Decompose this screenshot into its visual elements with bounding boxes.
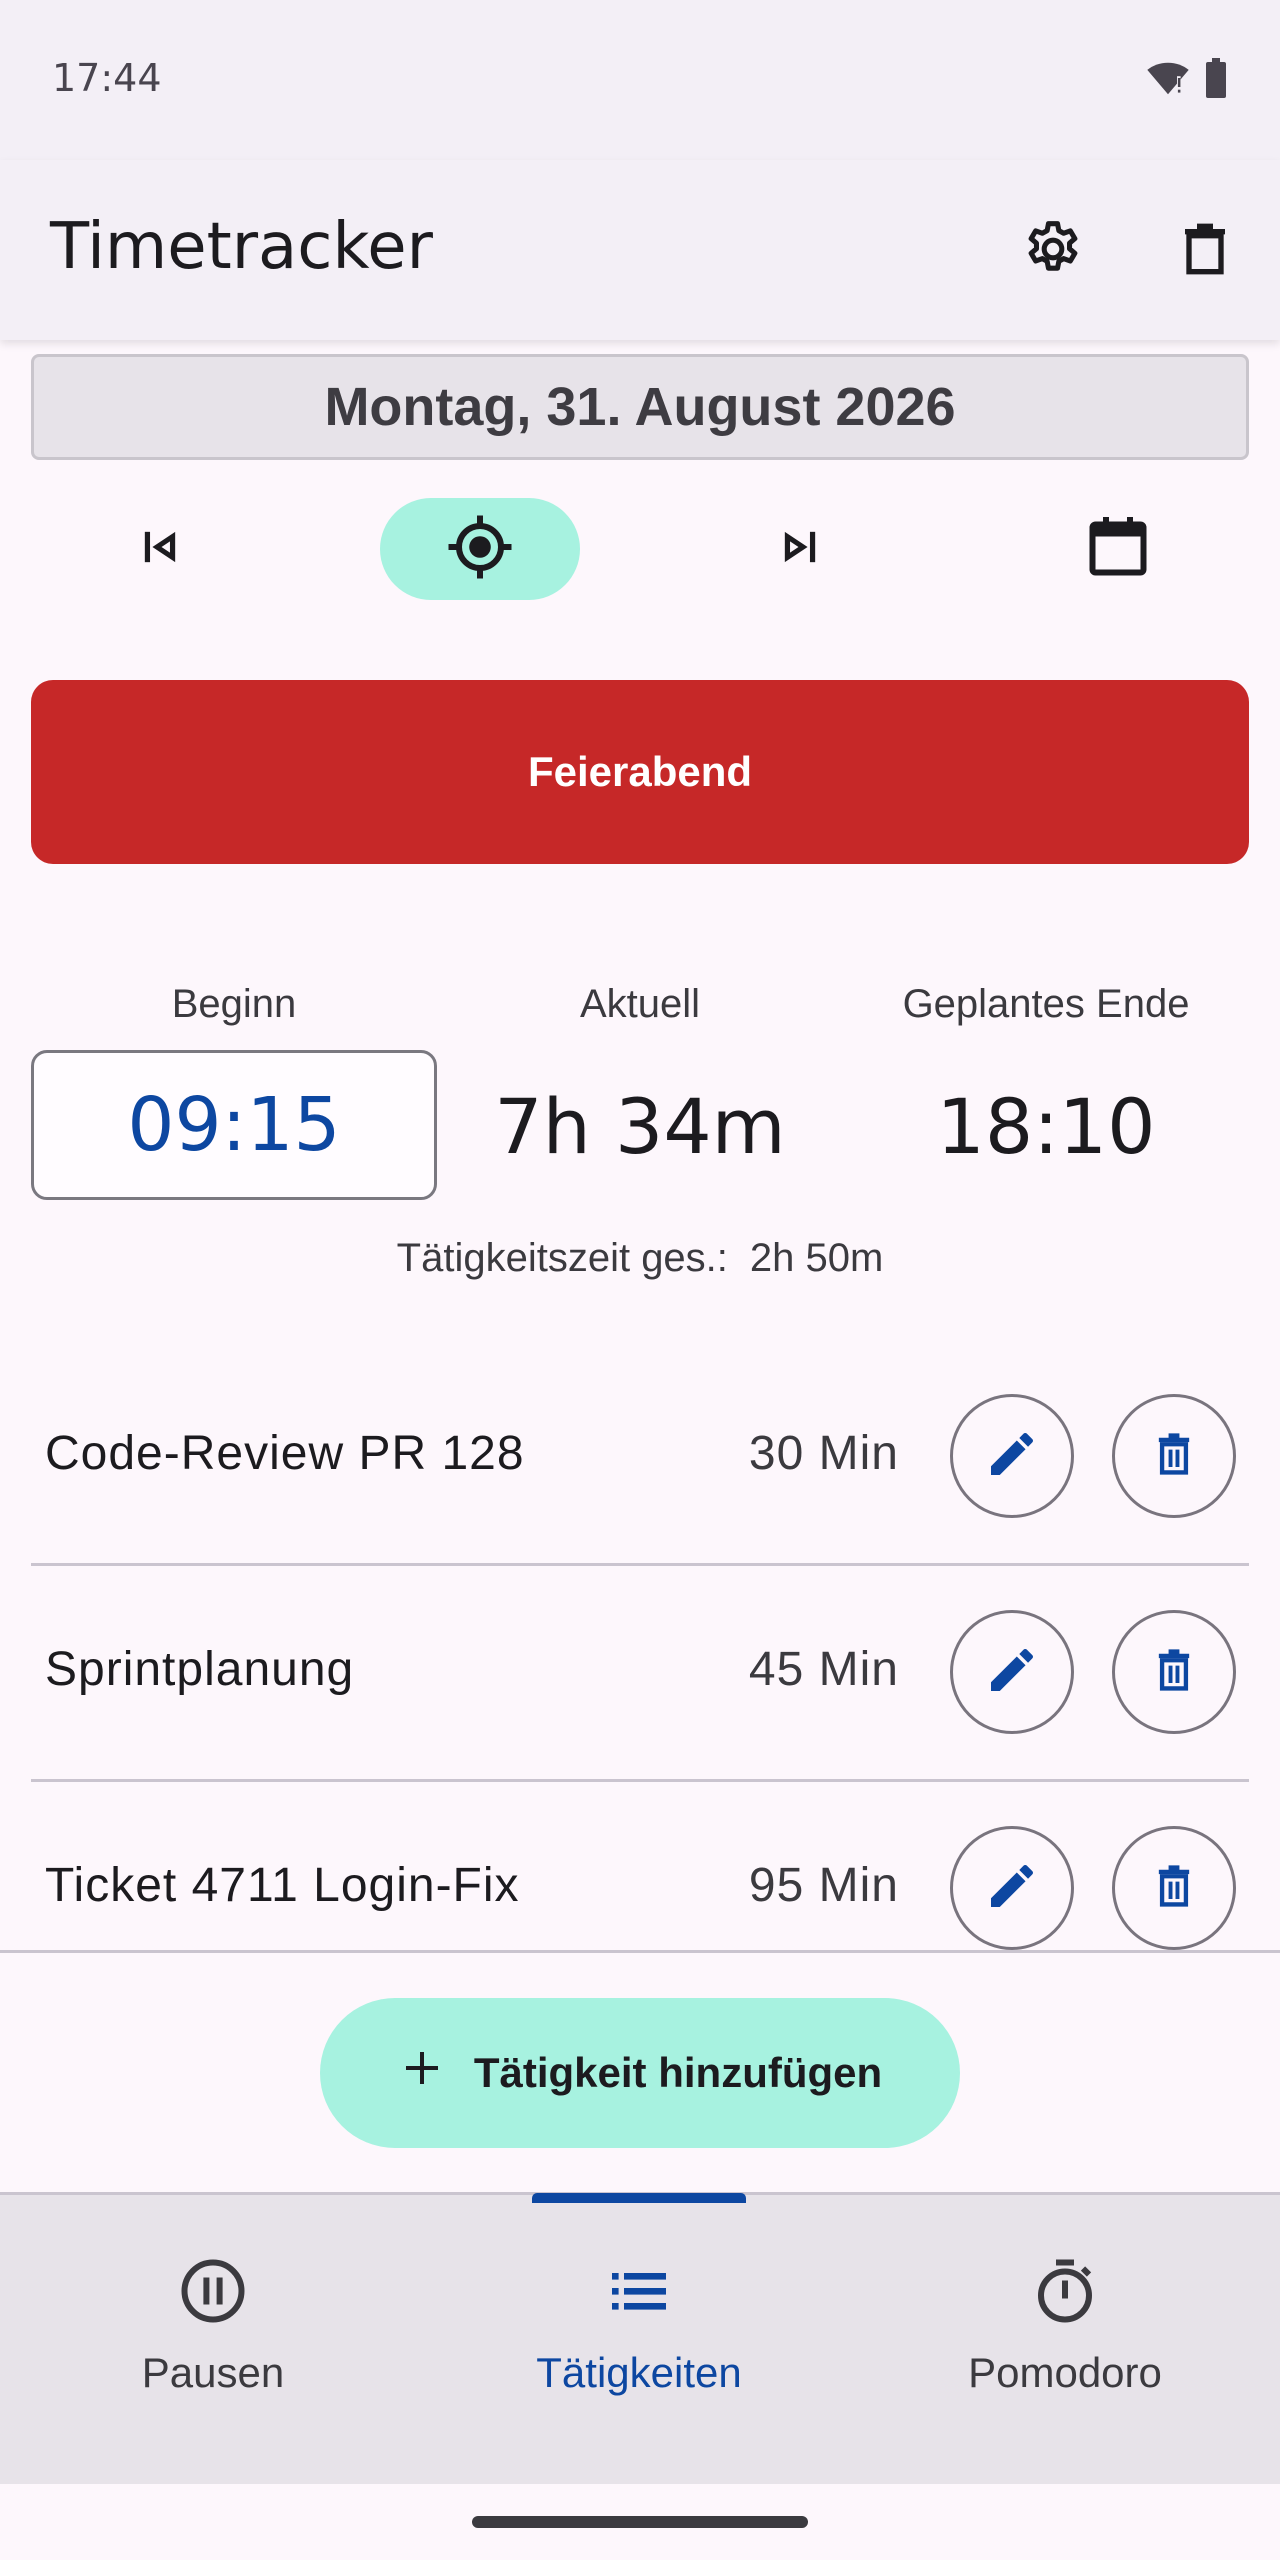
- tab-label: Tätigkeiten: [536, 2349, 742, 2396]
- gesture-handle[interactable]: [472, 2516, 808, 2528]
- bottom-navigation: Pausen Tätigkeiten Pomodoro: [0, 2192, 1280, 2484]
- list-item[interactable]: Sprintplanung 45 Min: [31, 1566, 1249, 1782]
- delete-button[interactable]: [1112, 1826, 1236, 1950]
- pencil-icon: [984, 1858, 1040, 1919]
- date-display[interactable]: Montag, 31. August 2026: [31, 354, 1249, 460]
- total-activity-time: Tätigkeitszeit ges.: 2h 50m: [0, 1236, 1280, 1281]
- trash-icon: [1148, 1860, 1200, 1917]
- add-activity-button[interactable]: Tätigkeit hinzufügen: [320, 1998, 960, 2148]
- trash-icon: [1173, 217, 1237, 286]
- app-bar: Timetracker: [0, 160, 1280, 340]
- edit-button[interactable]: [950, 1610, 1074, 1734]
- plus-icon: [398, 2044, 446, 2102]
- battery-icon: [1204, 58, 1228, 103]
- pause-circle-icon: [177, 2251, 249, 2331]
- skip-next-icon: [774, 521, 826, 578]
- begin-label: Beginn: [171, 982, 297, 1026]
- activity-list[interactable]: Code-Review PR 128 30 Min Sprintplanung …: [0, 1350, 1280, 1950]
- calendar-icon: [1082, 511, 1154, 588]
- tab-pomodoro[interactable]: Pomodoro: [852, 2195, 1278, 2487]
- pencil-icon: [984, 1642, 1040, 1703]
- delete-button[interactable]: [1112, 1394, 1236, 1518]
- target-icon: [444, 511, 516, 588]
- calendar-button[interactable]: [1068, 498, 1168, 600]
- list-item[interactable]: Ticket 4711 Login-Fix 95 Min: [31, 1782, 1249, 1950]
- edit-button[interactable]: [950, 1826, 1074, 1950]
- planned-end-value: 18:10: [936, 1082, 1156, 1171]
- list-divider: [0, 1950, 1280, 1953]
- tab-label: Pausen: [141, 2349, 285, 2396]
- activity-duration: 45 Min: [748, 1643, 899, 1696]
- activity-name: Code-Review PR 128: [45, 1427, 525, 1480]
- tab-taetigkeiten[interactable]: Tätigkeiten: [426, 2195, 852, 2487]
- current-label: Aktuell: [579, 982, 701, 1026]
- previous-day-button[interactable]: [110, 498, 210, 600]
- next-day-button[interactable]: [750, 498, 850, 600]
- activity-duration: 30 Min: [748, 1427, 899, 1480]
- settings-button[interactable]: [1008, 206, 1098, 296]
- trash-icon: [1148, 1644, 1200, 1701]
- list-item[interactable]: Code-Review PR 128 30 Min: [31, 1350, 1249, 1566]
- activity-duration: 95 Min: [748, 1859, 899, 1912]
- add-activity-label: Tätigkeit hinzufügen: [473, 2049, 883, 2096]
- begin-time-field[interactable]: 09:15: [31, 1050, 437, 1200]
- total-value: 2h 50m: [749, 1236, 884, 1280]
- activity-name: Sprintplanung: [45, 1643, 355, 1696]
- timer-icon: [1029, 2251, 1101, 2331]
- end-of-work-button[interactable]: Feierabend: [31, 680, 1249, 864]
- edit-button[interactable]: [950, 1394, 1074, 1518]
- status-bar: 17:44: [0, 0, 1280, 160]
- tab-label: Pomodoro: [968, 2349, 1162, 2396]
- gear-icon: [1021, 217, 1085, 286]
- trash-icon: [1148, 1428, 1200, 1485]
- today-button[interactable]: [380, 498, 580, 600]
- status-icons: [1146, 58, 1228, 103]
- list-icon: [603, 2251, 675, 2331]
- total-label: Tätigkeitszeit ges.:: [396, 1236, 728, 1280]
- app-title: Timetracker: [50, 210, 433, 284]
- activity-name: Ticket 4711 Login-Fix: [45, 1859, 520, 1912]
- tab-pausen[interactable]: Pausen: [0, 2195, 426, 2487]
- delete-button[interactable]: [1112, 1610, 1236, 1734]
- skip-previous-icon: [134, 521, 186, 578]
- wifi-icon: [1146, 60, 1190, 101]
- current-value: 7h 34m: [494, 1082, 786, 1171]
- status-time: 17:44: [52, 56, 162, 100]
- pencil-icon: [984, 1426, 1040, 1487]
- delete-day-button[interactable]: [1160, 206, 1250, 296]
- planned-end-label: Geplantes Ende: [902, 982, 1190, 1026]
